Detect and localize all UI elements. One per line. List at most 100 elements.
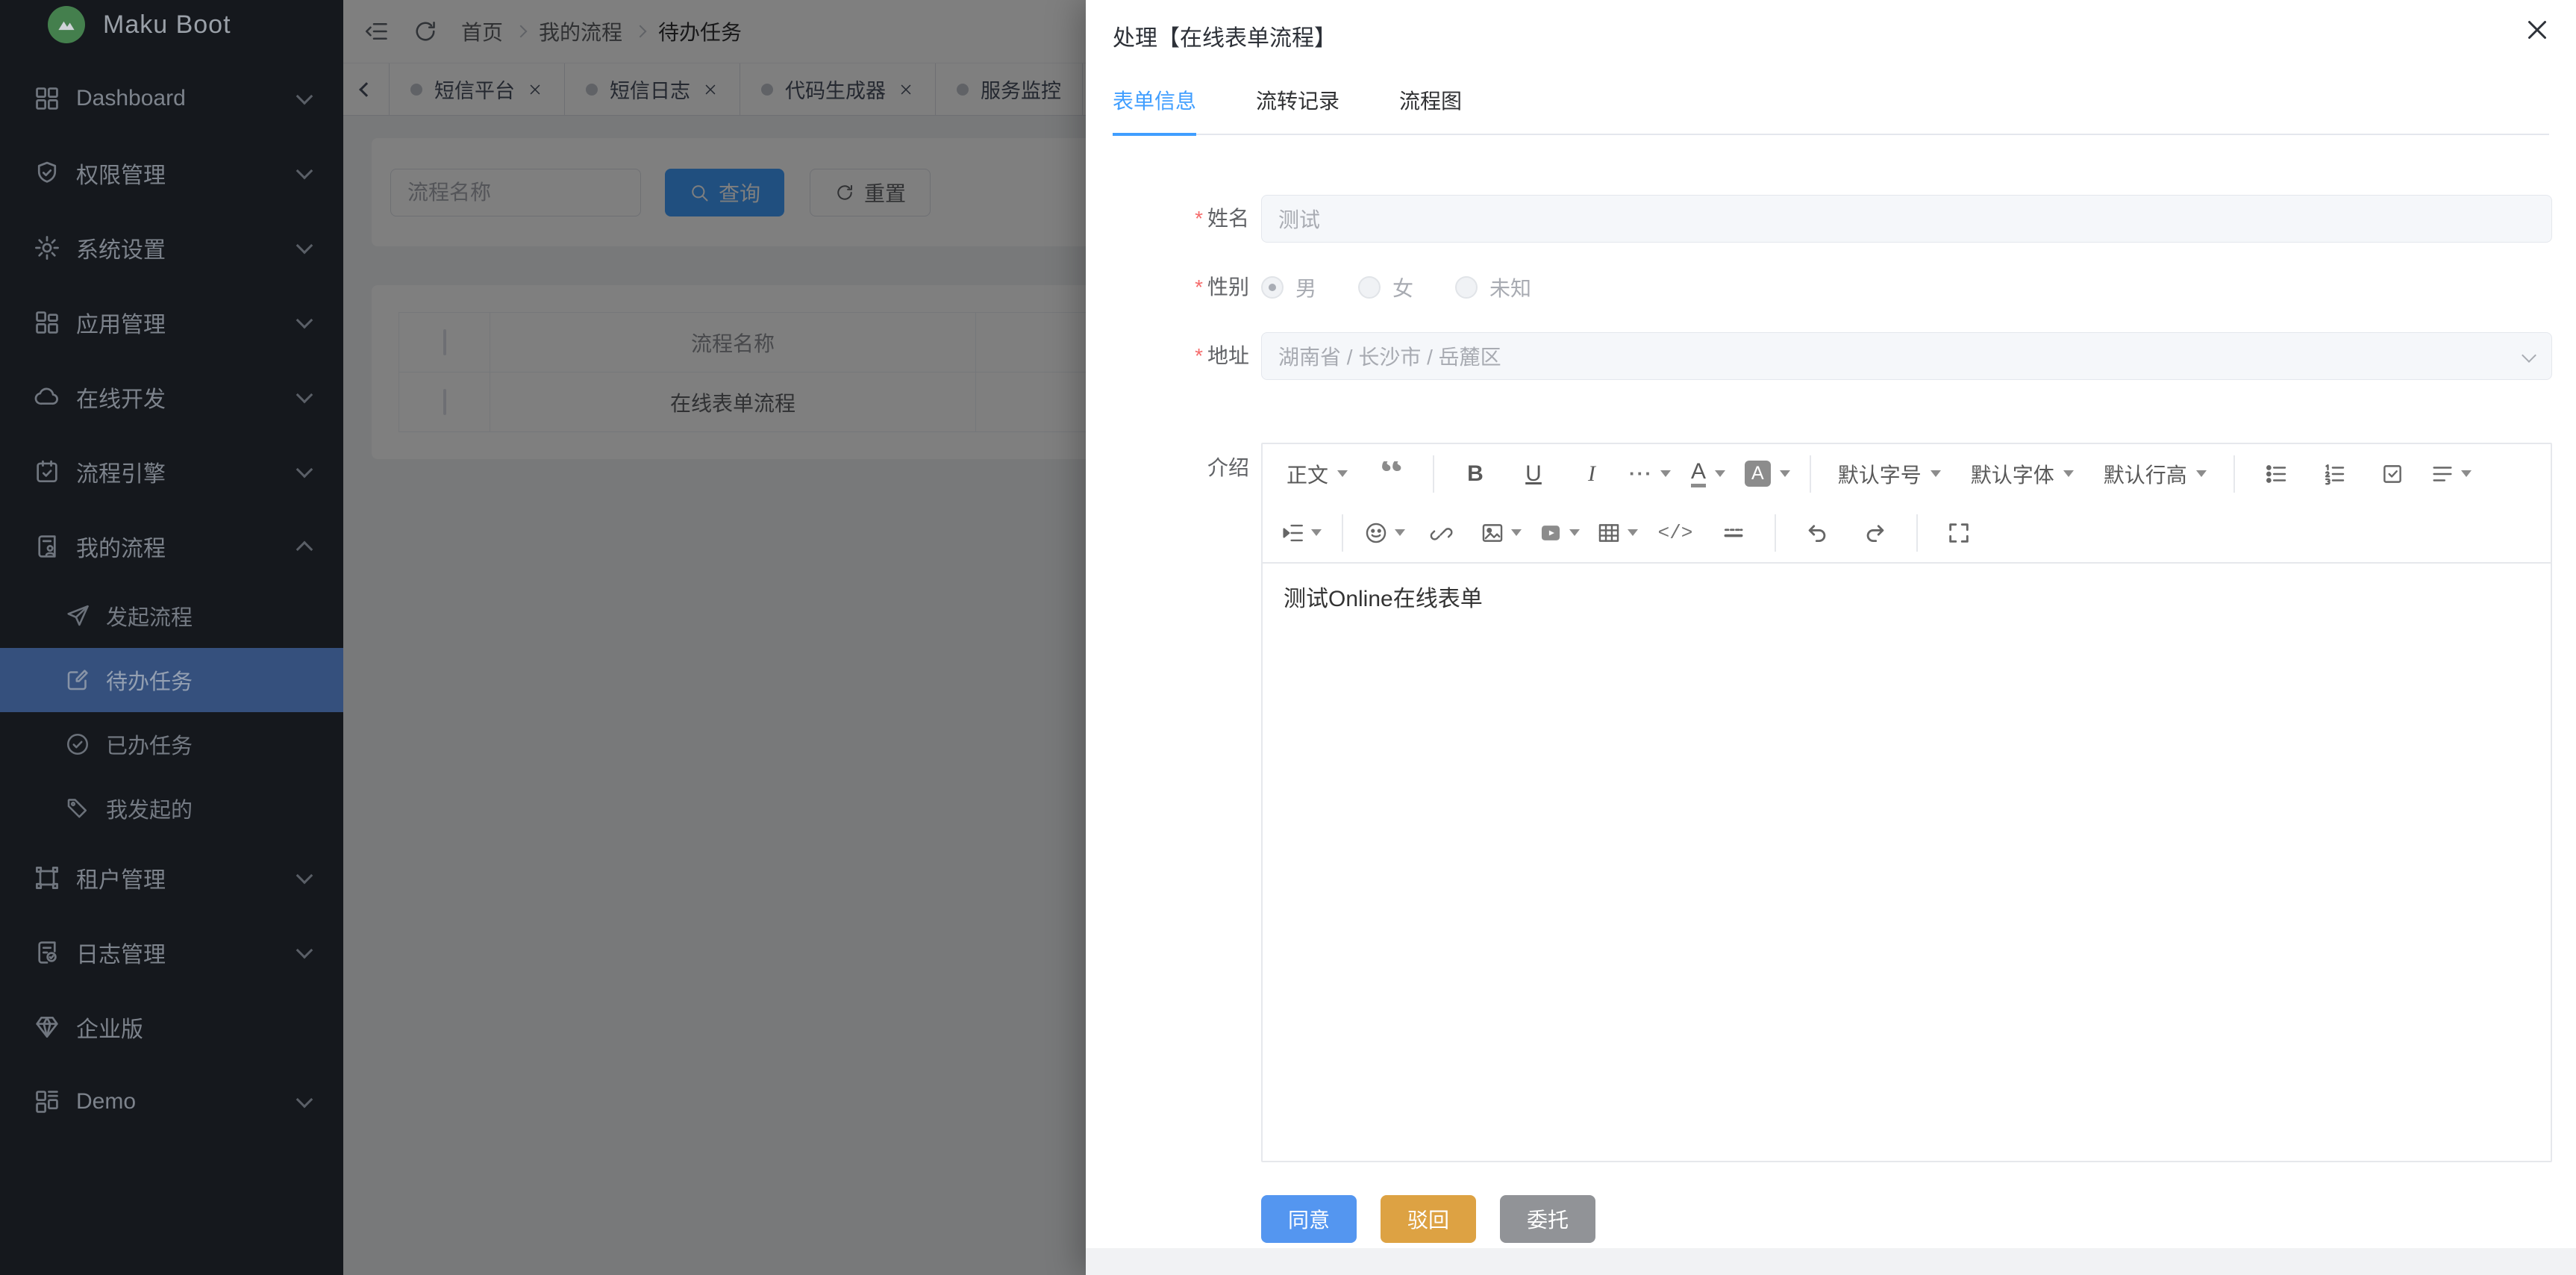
close-icon[interactable] bbox=[2524, 16, 2551, 43]
sidebar-item-enterprise[interactable]: 企业版 bbox=[0, 990, 343, 1064]
sidebar-item-start-process[interactable]: 发起流程 bbox=[0, 584, 343, 648]
editor-content[interactable]: 测试Online在线表单 bbox=[1263, 564, 2551, 1161]
required-mark: * bbox=[1195, 344, 1203, 367]
tab-flow-records[interactable]: 流转记录 bbox=[1256, 85, 1339, 136]
editor-toolbar: 正文 “ B U I ··· A A 默认字号 bbox=[1263, 444, 2551, 564]
form-row-intro: 介绍 正文 “ B U I ··· A bbox=[1086, 443, 2552, 1162]
sidebar-menu: Dashboard 权限管理 系统设置 应用管理 在线开发 bbox=[0, 61, 343, 1139]
emoji-dropdown[interactable] bbox=[1363, 512, 1406, 554]
delegate-button[interactable]: 委托 bbox=[1500, 1195, 1595, 1243]
sidebar-item-permissions[interactable]: 权限管理 bbox=[0, 136, 343, 211]
app-logo-icon bbox=[48, 6, 85, 43]
gear-icon bbox=[33, 234, 61, 262]
align-dropdown[interactable] bbox=[2429, 453, 2472, 495]
background-color-dropdown[interactable]: A bbox=[1745, 453, 1790, 495]
toolbar-divider bbox=[2233, 455, 2235, 493]
underline-button[interactable]: U bbox=[1512, 453, 1555, 495]
radio-dot-icon bbox=[1358, 276, 1381, 299]
insert-video-dropdown[interactable] bbox=[1537, 512, 1581, 554]
app-page: Maku Boot Dashboard 权限管理 系统设置 应用管理 bbox=[0, 0, 2576, 1275]
caret-down-icon bbox=[1715, 470, 1725, 477]
edit-icon bbox=[64, 667, 91, 693]
diamond-icon bbox=[33, 1013, 61, 1041]
process-drawer: 处理【在线表单流程】 表单信息 流转记录 流程图 *姓名 测试 *性别 男 女 … bbox=[1086, 0, 2576, 1275]
grid-icon bbox=[33, 84, 61, 113]
sidebar-item-log-management[interactable]: 日志管理 bbox=[0, 915, 343, 990]
radio-female[interactable]: 女 bbox=[1358, 272, 1413, 302]
paragraph-style-dropdown[interactable]: 正文 bbox=[1278, 453, 1357, 495]
sidebar-item-done-tasks[interactable]: 已办任务 bbox=[0, 712, 343, 776]
sidebar-item-online-dev[interactable]: 在线开发 bbox=[0, 360, 343, 434]
address-cascader[interactable]: 湖南省 / 长沙市 / 岳麓区 bbox=[1261, 332, 2552, 380]
drawer-title: 处理【在线表单流程】 bbox=[1113, 26, 1337, 51]
sidebar-item-dashboard[interactable]: Dashboard bbox=[0, 61, 343, 136]
chevron-down-icon bbox=[296, 1091, 313, 1109]
insert-table-dropdown[interactable] bbox=[1595, 512, 1639, 554]
insert-image-dropdown[interactable] bbox=[1479, 512, 1522, 554]
radio-male[interactable]: 男 bbox=[1261, 272, 1316, 302]
caret-down-icon bbox=[1931, 470, 1941, 477]
sidebar-item-tenant-management[interactable]: 租户管理 bbox=[0, 841, 343, 915]
radio-unknown[interactable]: 未知 bbox=[1455, 272, 1531, 302]
drawer-bottom-strip bbox=[1086, 1248, 2576, 1275]
toolbar-divider bbox=[1342, 514, 1343, 552]
horizontal-rule-button[interactable] bbox=[1712, 512, 1755, 554]
required-mark: * bbox=[1195, 207, 1203, 230]
chevron-down-icon bbox=[296, 461, 313, 478]
chevron-down-icon bbox=[296, 88, 313, 105]
blockquote-button[interactable]: “ bbox=[1370, 453, 1413, 495]
sidebar: Maku Boot Dashboard 权限管理 系统设置 应用管理 bbox=[0, 0, 343, 1275]
sidebar-item-my-process[interactable]: 我的流程 bbox=[0, 509, 343, 584]
address-label: 地址 bbox=[1207, 344, 1249, 367]
sidebar-item-my-initiated[interactable]: 我发起的 bbox=[0, 776, 343, 841]
form-row-name: *姓名 测试 bbox=[1086, 195, 2552, 243]
approve-button[interactable]: 同意 bbox=[1261, 1195, 1357, 1243]
chevron-down-icon bbox=[296, 163, 313, 180]
undo-button[interactable] bbox=[1795, 512, 1839, 554]
name-input[interactable]: 测试 bbox=[1261, 195, 2552, 243]
chevron-down-icon bbox=[296, 387, 313, 404]
bold-button[interactable]: B bbox=[1454, 453, 1497, 495]
bullet-list-button[interactable] bbox=[2254, 453, 2298, 495]
more-styles-dropdown[interactable]: ··· bbox=[1628, 453, 1672, 495]
tab-flow-diagram[interactable]: 流程图 bbox=[1399, 85, 1462, 136]
font-family-dropdown[interactable]: 默认字体 bbox=[1962, 453, 2083, 495]
check-circle-icon bbox=[64, 731, 91, 758]
drawer-form: *姓名 测试 *性别 男 女 未知 *地址 湖南省 / 长沙市 / 岳麓区 bbox=[1086, 195, 2576, 1243]
required-mark: * bbox=[1195, 275, 1203, 299]
caret-down-icon bbox=[2461, 470, 2472, 477]
ordered-list-button[interactable] bbox=[2313, 453, 2356, 495]
form-row-address: *地址 湖南省 / 长沙市 / 岳麓区 bbox=[1086, 332, 2552, 380]
sidebar-item-system-settings[interactable]: 系统设置 bbox=[0, 211, 343, 285]
caret-down-icon bbox=[1511, 529, 1522, 536]
fullscreen-button[interactable] bbox=[1937, 512, 1981, 554]
font-color-dropdown[interactable]: A bbox=[1686, 453, 1730, 495]
indent-dropdown[interactable] bbox=[1279, 512, 1322, 554]
grid-icon bbox=[33, 1088, 61, 1116]
font-size-dropdown[interactable]: 默认字号 bbox=[1829, 453, 1950, 495]
toolbar-divider bbox=[1433, 455, 1434, 493]
gender-radio-group: 男 女 未知 bbox=[1261, 264, 2552, 311]
sidebar-item-process-engine[interactable]: 流程引擎 bbox=[0, 434, 343, 509]
checklist-button[interactable] bbox=[2371, 453, 2414, 495]
toolbar-divider bbox=[1810, 455, 1811, 493]
sidebar-item-todo-tasks[interactable]: 待办任务 bbox=[0, 648, 343, 712]
line-height-dropdown[interactable]: 默认行高 bbox=[2095, 453, 2216, 495]
reject-button[interactable]: 驳回 bbox=[1381, 1195, 1476, 1243]
chevron-up-icon bbox=[296, 541, 313, 558]
caret-down-icon bbox=[1780, 470, 1790, 477]
document-user-icon bbox=[33, 532, 61, 561]
sidebar-item-app-management[interactable]: 应用管理 bbox=[0, 285, 343, 360]
radio-dot-icon bbox=[1261, 276, 1284, 299]
app-logo: Maku Boot bbox=[0, 0, 343, 49]
app-title: Maku Boot bbox=[103, 10, 231, 40]
code-block-button[interactable]: </> bbox=[1654, 512, 1697, 554]
tab-form-info[interactable]: 表单信息 bbox=[1113, 85, 1196, 136]
toolbar-row-2: </> bbox=[1263, 503, 2551, 562]
grid-icon bbox=[33, 308, 61, 337]
intro-label: 介绍 bbox=[1207, 456, 1249, 479]
insert-link-button[interactable] bbox=[1421, 512, 1464, 554]
italic-button[interactable]: I bbox=[1570, 453, 1613, 495]
sidebar-item-demo[interactable]: Demo bbox=[0, 1064, 343, 1139]
redo-button[interactable] bbox=[1854, 512, 1897, 554]
